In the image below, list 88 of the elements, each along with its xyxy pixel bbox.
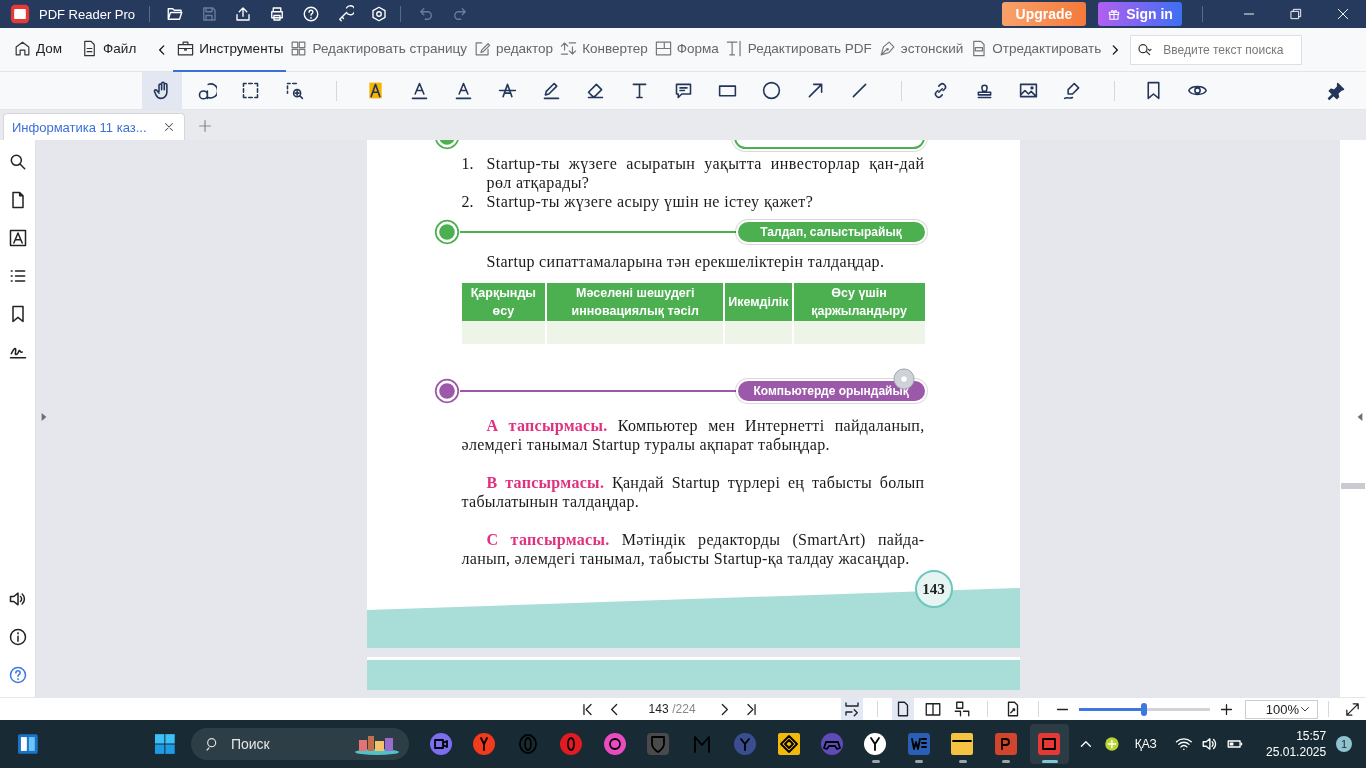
table-header: Қарқынды өсу xyxy=(461,283,547,321)
taskbar-search-field[interactable]: Поиск xyxy=(190,728,409,760)
key-icon[interactable] xyxy=(336,5,355,23)
share-icon[interactable] xyxy=(234,5,253,23)
ribbon-tab[interactable]: редактор xyxy=(469,27,557,72)
ribbon-tab[interactable]: эстонский xyxy=(874,27,967,72)
hand-tool[interactable] xyxy=(142,72,182,109)
section-banner: Компьютерде орындайық xyxy=(737,381,925,401)
slides-app-icon xyxy=(993,732,1018,756)
help-icon[interactable] xyxy=(302,5,321,23)
document-app-icon xyxy=(906,732,931,756)
circle-app-icon xyxy=(733,732,757,756)
speaker-icon[interactable] xyxy=(1200,735,1219,753)
color-wheel-icon xyxy=(602,732,627,756)
page-number: 143 xyxy=(914,570,953,608)
briefcase-icon xyxy=(176,39,196,58)
form-icon xyxy=(653,39,673,58)
folder-icon[interactable] xyxy=(166,5,185,23)
clock-date[interactable]: 25.01.2025 xyxy=(1266,744,1327,760)
language-indicator[interactable]: ҚАЗ xyxy=(1134,737,1157,751)
text-box-icon[interactable] xyxy=(7,228,28,248)
app-name: PDF Reader Pro xyxy=(39,6,136,22)
browser-icon xyxy=(863,732,888,756)
collapse-panel-icon[interactable] xyxy=(1356,411,1364,423)
single-page-button[interactable] xyxy=(891,698,914,720)
ribbon-tab[interactable]: Отредактировать xyxy=(966,27,1105,72)
table-header: Мәселені шешудегі инновациялық тәсіл xyxy=(546,283,725,321)
notification-badge[interactable]: 1 xyxy=(1336,736,1352,752)
pdf-app-taskbar-button[interactable] xyxy=(1029,724,1070,764)
scrollbar[interactable] xyxy=(1340,140,1366,697)
text-cursor-icon xyxy=(724,39,744,58)
instruction-text: Startup сипаттамаларына тән ерекшеліктерін талдаңдар. xyxy=(486,253,886,271)
document-tab[interactable]: Информатика 11 каз... xyxy=(3,113,185,140)
ribbon-tab[interactable]: Редактировать страницу xyxy=(286,27,470,72)
video-camera-icon xyxy=(428,732,453,756)
wifi-icon[interactable] xyxy=(1174,735,1193,753)
pdf-app-icon xyxy=(1037,732,1062,756)
question-text: Startup-ты жүзеге асыратын уақытта инвесторлар қан-дай рөл атқарады? xyxy=(486,154,925,192)
clock-time[interactable]: 15:57 xyxy=(1296,728,1327,744)
continuous-pages-icon xyxy=(953,700,972,718)
gamepad-icon xyxy=(820,732,844,756)
search-icon xyxy=(1137,41,1154,58)
home-icon xyxy=(13,39,32,58)
app-logo-icon xyxy=(10,4,30,24)
table-cell xyxy=(724,321,793,344)
two-pages-icon xyxy=(923,700,942,718)
task-paragraph: В тапсырмасы. Қандай Startup түрлері ең табысты болып табылатынын талдаңдар. xyxy=(461,473,925,511)
start-icon[interactable] xyxy=(153,732,177,756)
convert-icon xyxy=(559,39,579,58)
search-field[interactable]: Введите текст поиска xyxy=(1130,34,1303,65)
info-icon[interactable] xyxy=(7,627,28,647)
task-paragraph: С тапсырмасы. Мәтіндік редакторды (SmartArt) пайда-ланып, әлемдегі танымал, табысты Startup-қа талдау жасаңдар. xyxy=(461,530,925,568)
ring-icon xyxy=(559,732,584,756)
ribbon-tab[interactable]: Дом xyxy=(10,27,66,72)
section-banner: Талдап, салыстырайық xyxy=(737,222,925,242)
fit-width-button[interactable] xyxy=(841,698,864,720)
fullscreen-icon[interactable] xyxy=(1343,700,1361,718)
widgets-icon[interactable] xyxy=(16,732,40,756)
question-number: 1. xyxy=(461,154,475,174)
ribbon-tab[interactable]: Форма xyxy=(650,27,722,72)
question-number: 2. xyxy=(461,192,475,211)
restore-icon[interactable] xyxy=(1288,6,1304,22)
zoom-slider-thumb[interactable] xyxy=(1141,702,1148,716)
page-number-field[interactable]: 143 xyxy=(645,702,673,716)
expand-panel-icon[interactable] xyxy=(40,411,48,423)
plus-badge-icon[interactable] xyxy=(1102,735,1121,753)
pin-icon[interactable] xyxy=(1326,80,1346,101)
table-header: Өсу үшін қаржыландыру xyxy=(792,283,925,321)
diamond-icon xyxy=(776,732,801,756)
table-header: Икемділік xyxy=(724,283,793,321)
ribbon-tab[interactable]: Редактировать PDF xyxy=(721,27,875,72)
fit-width-icon xyxy=(843,700,862,718)
ribbon-tab[interactable]: Файл xyxy=(77,27,140,72)
ribbon-tab[interactable]: Конвертер xyxy=(556,27,651,72)
folder-icon xyxy=(950,732,975,756)
settings-icon[interactable] xyxy=(370,5,389,23)
scroll-thumb[interactable] xyxy=(1341,483,1365,489)
close-icon[interactable] xyxy=(162,120,176,134)
zoom-dropdown[interactable]: 100% xyxy=(1244,699,1319,719)
close-icon[interactable] xyxy=(1335,6,1351,22)
page-total: /224 xyxy=(672,702,697,716)
save-icon[interactable] xyxy=(200,5,219,23)
sign-in-button[interactable]: Sign in xyxy=(1098,2,1182,26)
question-text: Startup-ты жүзеге асыру үшін не істеу қажет? xyxy=(486,192,814,211)
browser-icon xyxy=(472,732,497,756)
task-paragraph: А тапсырмасы. Компьютер мен Интернетті пайдаланып, әлемдегі танымал Startup туралы ақпарат табыңдар. xyxy=(461,416,925,454)
shield-icon xyxy=(646,732,671,756)
gift-icon xyxy=(1107,7,1122,21)
